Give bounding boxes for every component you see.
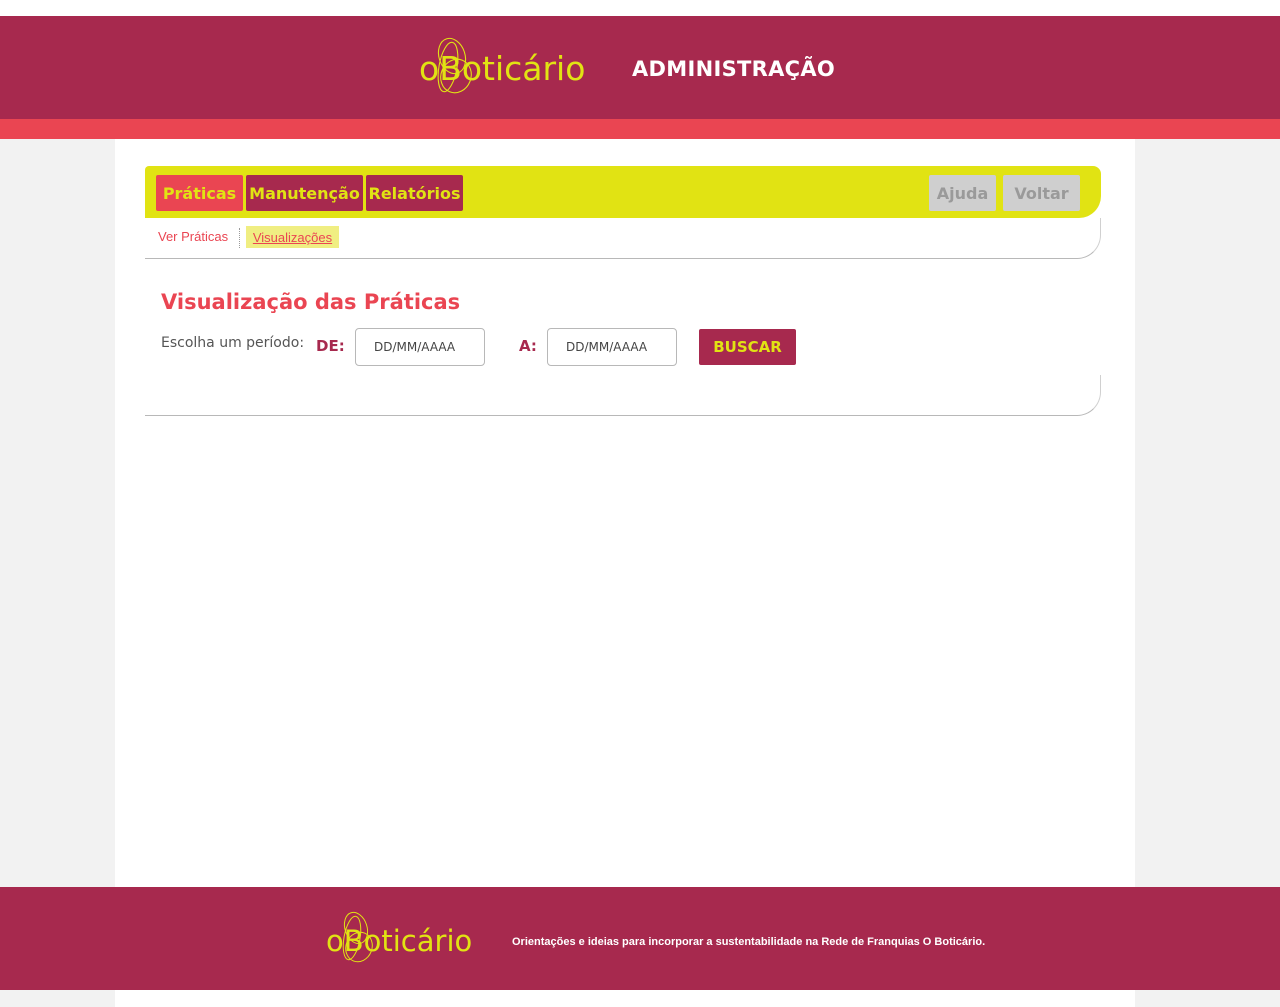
voltar-button[interactable]: Voltar bbox=[1003, 175, 1080, 211]
ajuda-button[interactable]: Ajuda bbox=[929, 175, 996, 211]
logo-text: oBoticário bbox=[419, 49, 585, 88]
footer-brand-logo[interactable]: oBoticário bbox=[325, 909, 481, 967]
menu-relatorios-button[interactable]: Relatórios bbox=[366, 175, 463, 211]
footer-tagline: Orientações e ideias para incorporar a s… bbox=[512, 936, 986, 948]
menu-manutencao-button[interactable]: Manutenção bbox=[246, 175, 363, 211]
page-header-title: ADMINISTRAÇÃO bbox=[632, 57, 836, 81]
top-strip bbox=[0, 0, 1280, 16]
sub-nav-divider bbox=[239, 228, 240, 248]
brand-logo[interactable]: oBoticário bbox=[418, 34, 590, 98]
from-label: DE: bbox=[316, 337, 345, 355]
sub-nav-visualizacoes[interactable]: Visualizações bbox=[246, 226, 339, 248]
form-divider bbox=[145, 375, 1101, 416]
to-date-input[interactable] bbox=[547, 328, 677, 366]
from-date-input[interactable] bbox=[355, 328, 485, 366]
period-label: Escolha um período: bbox=[161, 335, 305, 351]
menu-praticas-button[interactable]: Práticas bbox=[156, 175, 243, 211]
footer-logo-text: oBoticário bbox=[326, 924, 472, 958]
sub-nav-ver-praticas[interactable]: Ver Práticas bbox=[158, 229, 228, 244]
to-label: A: bbox=[519, 337, 537, 355]
bottom-strip bbox=[115, 990, 1135, 1007]
header-stripe bbox=[0, 119, 1280, 139]
page-title: Visualização das Práticas bbox=[161, 290, 461, 314]
search-button[interactable]: BUSCAR bbox=[699, 329, 796, 365]
